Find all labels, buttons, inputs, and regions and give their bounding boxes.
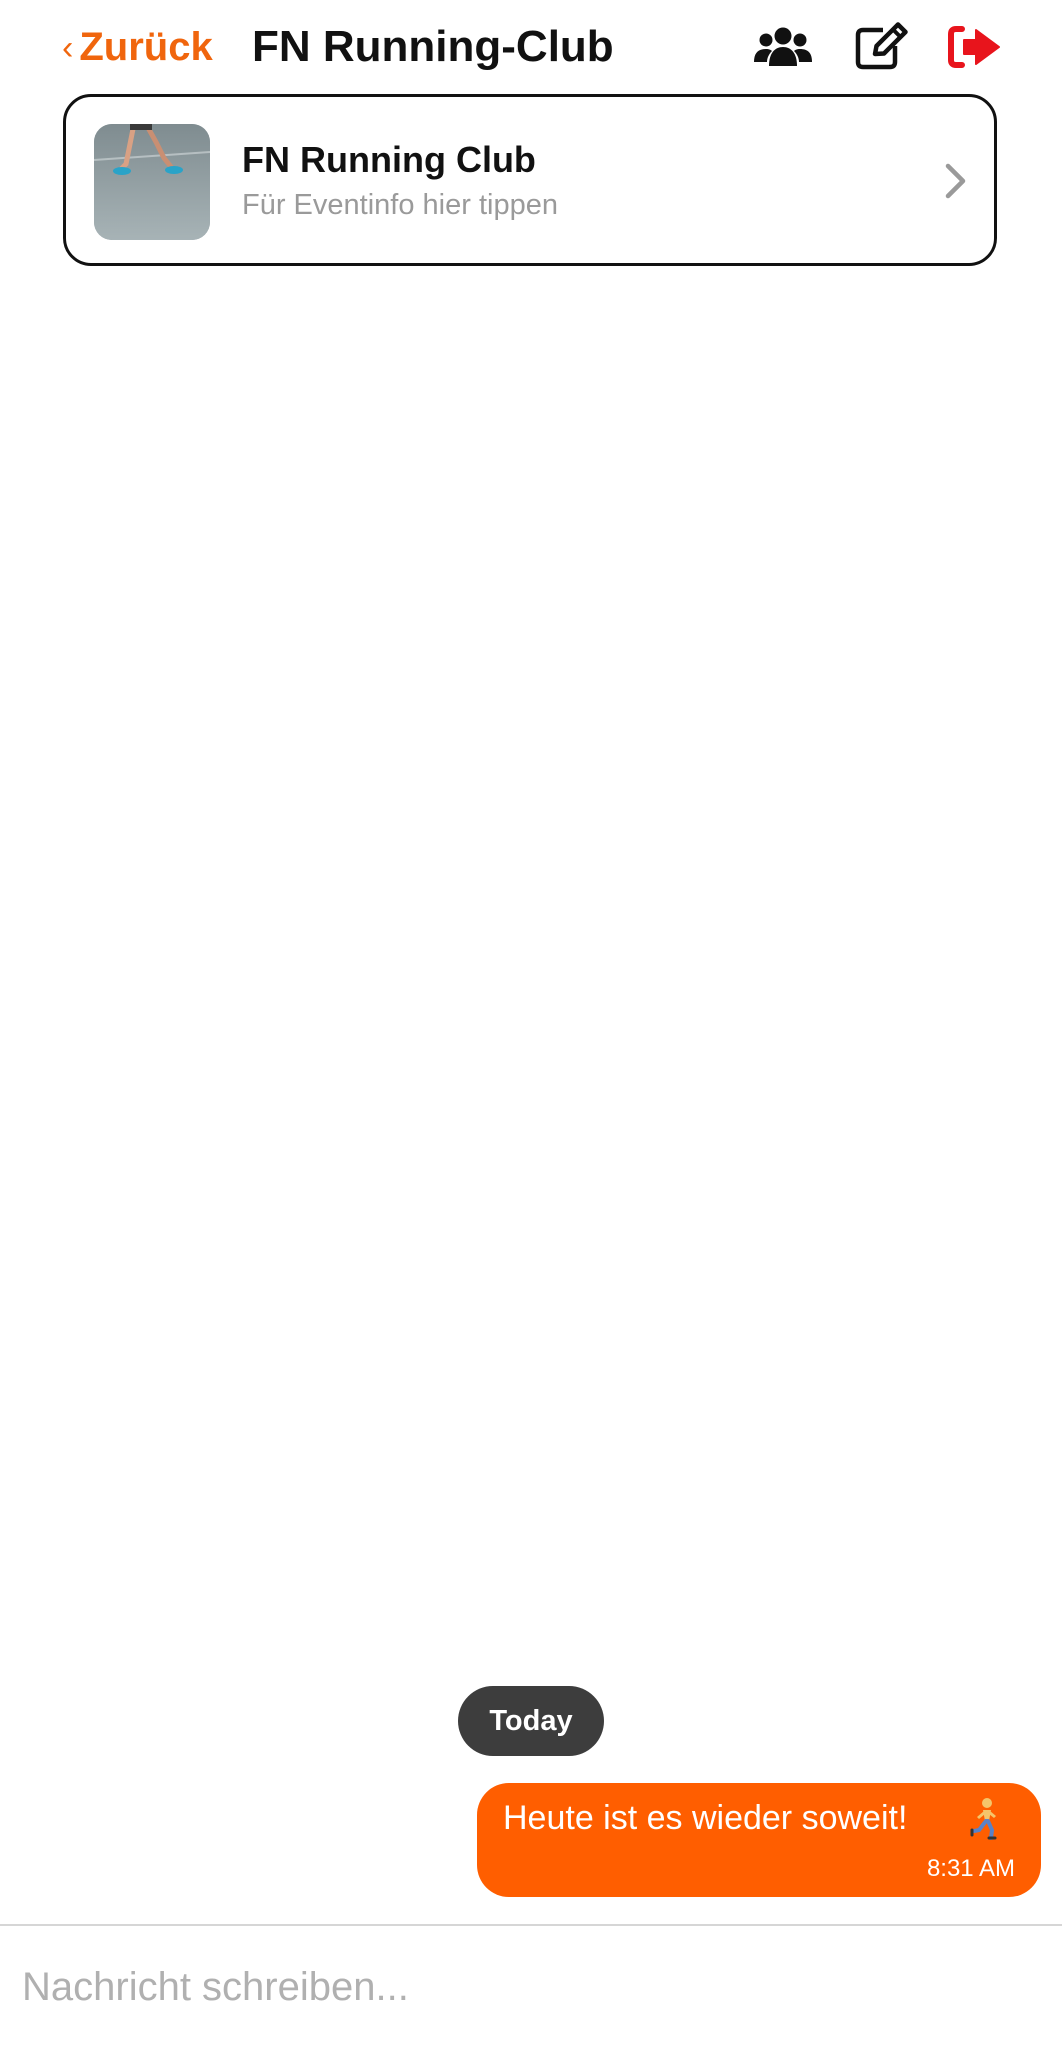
- event-title: FN Running Club: [242, 139, 536, 180]
- message-input[interactable]: [0, 1926, 1062, 2048]
- edit-icon[interactable]: [850, 22, 912, 72]
- back-label: Zurück: [79, 24, 213, 69]
- event-info-card[interactable]: FN Running Club Für Eventinfo hier tippe…: [63, 94, 997, 266]
- event-thumbnail: [94, 124, 210, 240]
- sign-out-icon[interactable]: [944, 22, 1006, 72]
- page-title: FN Running-Club: [252, 22, 614, 71]
- event-subtitle: Für Eventinfo hier tippen: [242, 189, 558, 221]
- back-button[interactable]: ‹ Zurück: [62, 20, 213, 74]
- message-text: Heute ist es wieder soweit!: [503, 1799, 908, 1837]
- date-separator: Today: [458, 1686, 604, 1756]
- chat-screen: ‹ Zurück FN Running-Club FN Running Club…: [0, 0, 1062, 2048]
- users-group-icon[interactable]: [752, 22, 814, 72]
- chevron-right-icon: [945, 163, 966, 199]
- message-timestamp: 8:31 AM: [926, 1855, 1015, 1882]
- running-person-icon: [970, 1798, 997, 1840]
- back-chevron-icon: ‹: [62, 29, 74, 67]
- outgoing-message[interactable]: Heute ist es wieder soweit! 8:31 AM: [477, 1783, 1041, 1897]
- header: ‹ Zurück FN Running-Club: [0, 0, 1062, 94]
